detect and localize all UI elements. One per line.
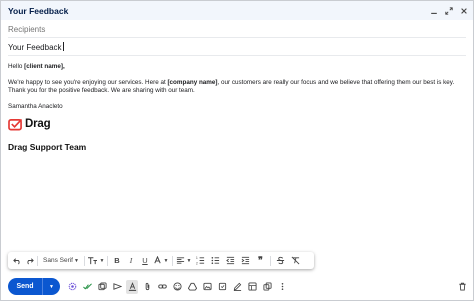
attach-icon[interactable] bbox=[141, 280, 153, 294]
chevron-down-icon: ▼ bbox=[74, 257, 79, 264]
drag-logo-icon bbox=[8, 118, 23, 130]
redo-icon[interactable] bbox=[23, 254, 35, 268]
greeting: Hello [client name], bbox=[8, 63, 466, 72]
toolbar-divider bbox=[171, 255, 173, 266]
toolbar-divider bbox=[83, 255, 85, 266]
drag-logo-text: Drag bbox=[25, 117, 51, 130]
bold-icon[interactable]: B bbox=[110, 254, 124, 268]
greeting-text: Hello bbox=[8, 63, 25, 70]
indent-less-icon[interactable] bbox=[223, 254, 238, 268]
chevron-down-icon: ▼ bbox=[99, 257, 105, 264]
compose-action-bar: Send ▼ bbox=[8, 278, 468, 295]
emoji-icon[interactable] bbox=[171, 280, 183, 294]
svg-text:1: 1 bbox=[196, 256, 198, 260]
greeting-client-name: [client name], bbox=[24, 63, 65, 70]
body-paragraph: We're happy to see you're enjoying our s… bbox=[8, 79, 466, 96]
compose-title-bar[interactable]: Your Feedback bbox=[1, 1, 473, 20]
toolbar-divider bbox=[269, 255, 271, 266]
send-button[interactable]: Send ▼ bbox=[8, 278, 60, 295]
subject-value: Your Feedback bbox=[8, 43, 62, 52]
compose-window: Your Feedback Recipients Your Feedback H… bbox=[0, 0, 474, 301]
text-color-icon[interactable]: ▼ bbox=[152, 254, 170, 268]
expand-icon[interactable] bbox=[443, 5, 455, 17]
quote-icon[interactable]: ❞ bbox=[253, 254, 268, 268]
signature-icon[interactable] bbox=[231, 280, 243, 294]
formatting-options-icon[interactable] bbox=[126, 279, 138, 294]
drive-icon[interactable] bbox=[186, 280, 198, 294]
trash-icon[interactable] bbox=[456, 280, 468, 294]
ai-sparkle-icon[interactable] bbox=[66, 280, 78, 294]
text-cursor bbox=[62, 42, 64, 51]
drag-logo: Drag bbox=[8, 117, 466, 131]
remove-formatting-icon[interactable] bbox=[288, 254, 303, 268]
strikethrough-icon[interactable] bbox=[273, 254, 288, 268]
undo-icon[interactable] bbox=[11, 254, 23, 268]
numbered-list-icon[interactable]: 12 bbox=[193, 254, 208, 268]
svg-text:2: 2 bbox=[196, 261, 198, 265]
close-icon[interactable] bbox=[458, 5, 470, 17]
link-icon[interactable] bbox=[156, 280, 168, 294]
chevron-down-icon: ▼ bbox=[163, 257, 169, 264]
underline-icon[interactable]: U bbox=[138, 254, 152, 268]
schedule-send-icon[interactable] bbox=[111, 280, 123, 294]
confidential-icon[interactable] bbox=[216, 280, 228, 294]
templates-icon[interactable] bbox=[96, 280, 108, 294]
send-button-label: Send bbox=[16, 283, 34, 290]
body-text-a: We're happy to see you're enjoying our s… bbox=[8, 78, 168, 86]
align-icon[interactable]: ▼ bbox=[175, 254, 193, 268]
message-body[interactable]: Hello [client name], We're happy to see … bbox=[8, 63, 466, 152]
italic-icon[interactable]: I bbox=[124, 254, 138, 268]
photo-icon[interactable] bbox=[201, 280, 213, 294]
copy-templates-icon[interactable] bbox=[261, 280, 273, 294]
font-selector[interactable]: Sans Serif ▼ bbox=[40, 254, 82, 268]
toolbar-divider bbox=[37, 255, 38, 266]
double-check-icon[interactable] bbox=[81, 280, 93, 294]
send-options-chevron-icon[interactable]: ▼ bbox=[43, 284, 60, 290]
compose-title: Your Feedback bbox=[8, 5, 69, 16]
toolbar-divider bbox=[106, 255, 108, 266]
recipients-field[interactable]: Recipients bbox=[8, 23, 466, 38]
minimize-icon[interactable] bbox=[428, 5, 440, 17]
indent-more-icon[interactable] bbox=[238, 254, 253, 268]
formatting-toolbar: Sans Serif ▼ ▼ B I U ▼ ▼ 12 ❞ bbox=[8, 252, 314, 269]
bulleted-list-icon[interactable] bbox=[208, 254, 223, 268]
body-company-name: [company name] bbox=[167, 78, 218, 86]
more-options-icon[interactable] bbox=[276, 280, 288, 294]
font-selector-label: Sans Serif bbox=[43, 257, 73, 264]
layouts-icon[interactable] bbox=[246, 280, 258, 294]
text-size-icon[interactable]: ▼ bbox=[87, 254, 105, 268]
signature-name: Samantha Anacleto bbox=[8, 102, 63, 110]
subject-field[interactable]: Your Feedback bbox=[8, 41, 466, 56]
team-signature: Drag Support Team bbox=[8, 142, 87, 152]
chevron-down-icon: ▼ bbox=[186, 257, 192, 264]
